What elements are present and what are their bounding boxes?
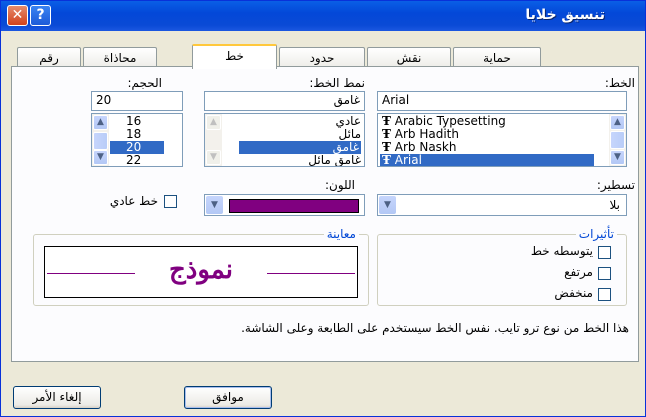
list-item[interactable]: 22 <box>126 154 164 167</box>
effects-title: تأثيرات <box>575 227 617 241</box>
help-icon[interactable]: ? <box>30 5 51 26</box>
font-style-scrollbar[interactable]: ▲ ▼ <box>205 114 222 166</box>
font-list-scrollbar[interactable]: ▲ ▼ <box>609 114 626 166</box>
subscript-checkbox[interactable] <box>598 288 611 301</box>
scroll-up-icon[interactable]: ▲ <box>93 115 108 130</box>
underline-label: تسطير: <box>596 178 635 192</box>
window-title: تنسيق خلايا <box>525 7 605 23</box>
font-style-list[interactable]: عادي مائل غامق غامق مائل ▲ ▼ <box>204 113 365 167</box>
tab-font[interactable]: خط <box>192 44 277 69</box>
format-cells-dialog: ✕ ? تنسيق خلايا رقم محاذاة خط حدود نقش ح… <box>0 0 646 417</box>
color-swatch <box>229 199 359 213</box>
color-label: اللون: <box>324 178 355 192</box>
cancel-button[interactable]: إلغاء الأمر <box>13 386 101 409</box>
font-style-input[interactable]: غامق <box>204 91 365 111</box>
scroll-thumb[interactable] <box>610 131 625 149</box>
strikethrough-checkbox[interactable] <box>598 246 611 259</box>
superscript-checkbox[interactable] <box>598 267 611 280</box>
scroll-down-icon[interactable]: ▼ <box>93 150 108 165</box>
preview-sample: نموذج <box>168 255 234 285</box>
subscript-label: منخفض <box>554 286 593 300</box>
chevron-down-icon[interactable]: ▼ <box>206 196 223 214</box>
underline-select[interactable]: بلا ▼ <box>377 194 627 216</box>
title-bar[interactable]: ✕ ? تنسيق خلايا <box>1 1 645 31</box>
ok-button[interactable]: موافق <box>184 386 272 409</box>
close-icon[interactable]: ✕ <box>7 5 28 26</box>
size-input[interactable]: 20 <box>91 91 183 111</box>
scroll-down-icon[interactable]: ▼ <box>206 150 221 165</box>
list-item-selected[interactable]: Ŧ Arial <box>380 153 594 167</box>
size-list[interactable]: 16 18 20 22 ▲ ▼ <box>91 113 183 167</box>
scroll-up-icon[interactable]: ▲ <box>206 115 221 130</box>
font-list[interactable]: Ŧ Arabic Typesetting Ŧ Arb Hadith Ŧ Arb … <box>377 113 627 167</box>
font-input[interactable]: Arial <box>377 91 627 111</box>
truetype-font-icon: Ŧ <box>382 114 391 128</box>
size-scrollbar[interactable]: ▲ ▼ <box>92 114 109 166</box>
strikethrough-label: يتوسطه خط <box>530 244 593 258</box>
normal-font-checkbox[interactable] <box>164 195 177 208</box>
size-label: الحجم: <box>127 76 162 90</box>
underline-value: بلا <box>609 198 621 212</box>
truetype-info-text: هذا الخط من نوع ترو تايب. نفس الخط سيستخ… <box>241 321 629 335</box>
truetype-font-icon: Ŧ <box>382 140 391 154</box>
color-select[interactable]: ▼ <box>204 194 365 216</box>
scroll-up-icon[interactable]: ▲ <box>610 115 625 130</box>
chevron-down-icon[interactable]: ▼ <box>379 196 396 214</box>
normal-font-label: خط عادي <box>109 194 158 208</box>
font-label: الخط: <box>604 76 635 90</box>
preview-box: نموذج <box>44 246 358 298</box>
truetype-font-icon: Ŧ <box>382 153 391 167</box>
preview-title: معاينة <box>323 227 359 241</box>
list-item[interactable]: غامق مائل <box>241 154 361 167</box>
scroll-down-icon[interactable]: ▼ <box>610 150 625 165</box>
truetype-font-icon: Ŧ <box>382 127 391 141</box>
scroll-thumb[interactable] <box>93 132 108 150</box>
superscript-label: مرتفع <box>564 265 593 279</box>
font-style-label: نمط الخط: <box>309 76 365 90</box>
